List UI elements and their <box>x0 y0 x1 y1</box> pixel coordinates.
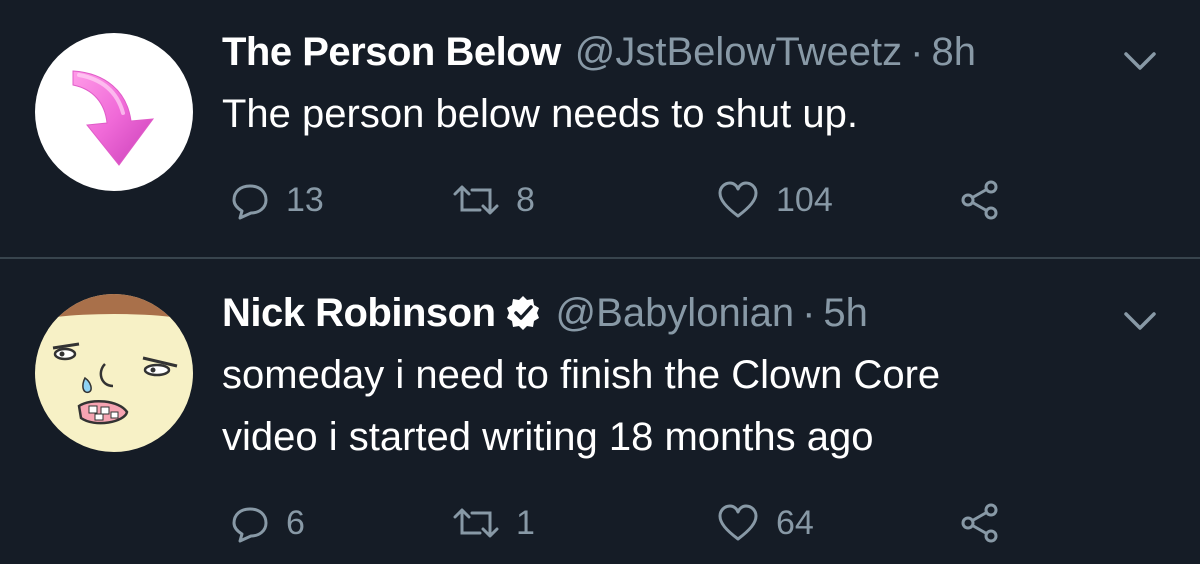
tweet-text-line: someday i need to finish the Clown Core <box>222 353 941 397</box>
heart-icon <box>718 504 758 541</box>
verified-badge-icon <box>506 296 539 330</box>
cartoon-face-icon <box>35 294 193 425</box>
reply-icon <box>232 507 268 543</box>
timeline: The Person Below @JstBelowTweetz · 8h Th… <box>0 0 1200 564</box>
retweet-icon <box>453 508 499 538</box>
separator-dot: · <box>802 291 816 335</box>
user-handle[interactable]: @Babylonian <box>556 288 795 338</box>
share-button[interactable] <box>958 498 1002 548</box>
reply-button[interactable]: 6 <box>230 498 305 548</box>
tweet-text: someday i need to finish the Clown Core … <box>222 344 1122 468</box>
display-name[interactable]: Nick Robinson <box>222 288 496 338</box>
like-count: 64 <box>776 503 814 542</box>
reply-count: 6 <box>286 503 305 542</box>
chevron-down-icon[interactable] <box>1118 306 1162 336</box>
like-button[interactable]: 64 <box>716 498 814 548</box>
tweet-header: Nick Robinson @Babylonian · 5h <box>222 288 868 338</box>
retweet-button[interactable]: 1 <box>452 498 535 548</box>
tweet-actions: 6 1 64 <box>222 498 1122 548</box>
tweet[interactable]: Nick Robinson @Babylonian · 5h someday i… <box>0 0 1200 564</box>
retweet-count: 1 <box>516 503 535 542</box>
avatar[interactable] <box>35 294 193 452</box>
timestamp[interactable]: 5h <box>823 288 868 338</box>
tweet-text-line: video i started writing 18 months ago <box>222 415 874 459</box>
share-icon <box>961 503 998 543</box>
